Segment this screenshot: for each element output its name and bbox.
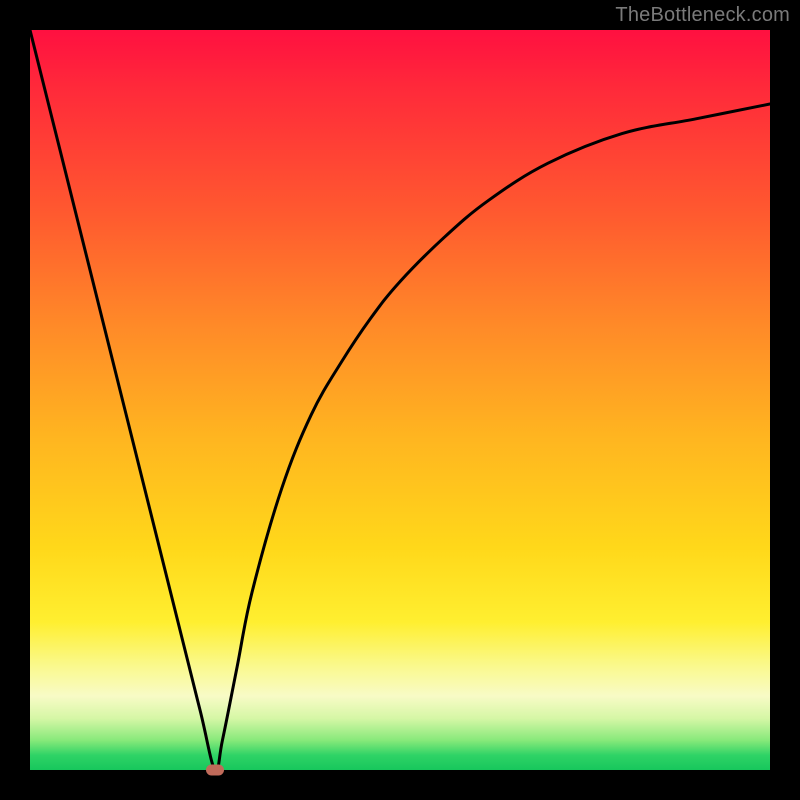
curve-path: [30, 30, 770, 770]
curve-svg: [30, 30, 770, 770]
min-marker: [206, 765, 224, 776]
plot-area: [30, 30, 770, 770]
chart-frame: TheBottleneck.com: [0, 0, 800, 800]
watermark-text: TheBottleneck.com: [615, 4, 790, 27]
